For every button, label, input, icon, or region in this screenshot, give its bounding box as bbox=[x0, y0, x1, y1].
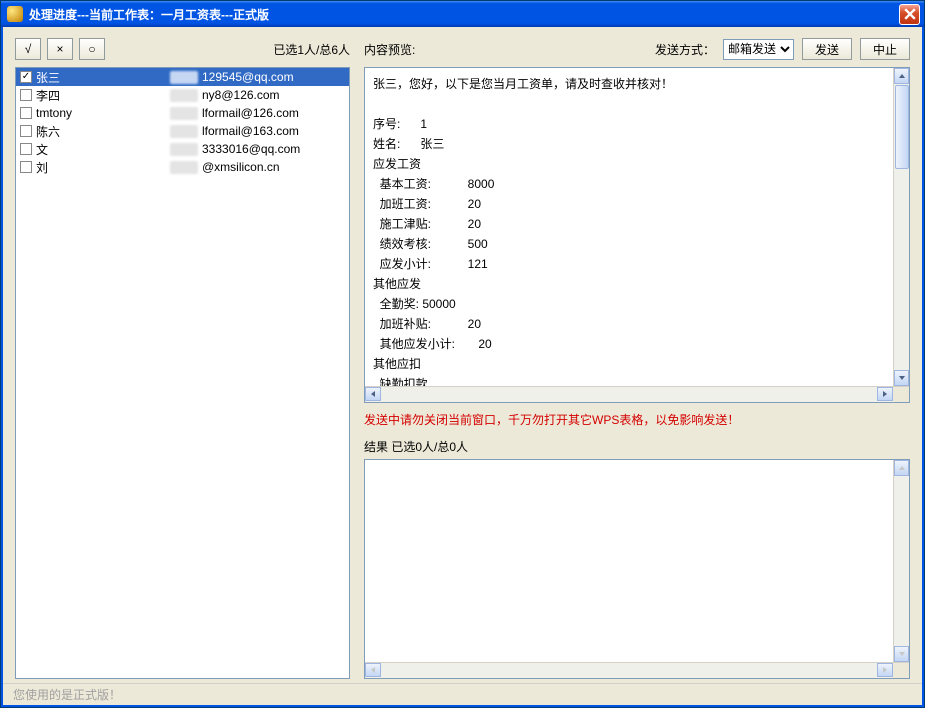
checkbox[interactable] bbox=[20, 125, 32, 137]
row-email: ny8@126.com bbox=[202, 88, 280, 102]
blurred-region bbox=[170, 143, 198, 156]
close-button[interactable] bbox=[899, 4, 920, 25]
row-email: 3333016@qq.com bbox=[202, 142, 300, 156]
blurred-region bbox=[170, 71, 198, 84]
scroll-up-icon[interactable] bbox=[894, 68, 909, 84]
preview-horizontal-scrollbar[interactable] bbox=[365, 386, 909, 402]
recipient-list[interactable]: ✓ 张三 129545@qq.com 李四 ny8@126.com tmtony lform… bbox=[15, 67, 350, 679]
scroll-right-icon[interactable] bbox=[877, 387, 893, 401]
list-item[interactable]: 刘 @xmsilicon.cn bbox=[16, 158, 349, 176]
title-bar: 处理进度---当前工作表：一月工资表---正式版 bbox=[1, 1, 924, 27]
preview-label: 内容预览: bbox=[364, 41, 415, 58]
row-name: 刘 bbox=[36, 159, 166, 176]
list-item[interactable]: 文 3333016@qq.com bbox=[16, 140, 349, 158]
select-all-button[interactable]: √ bbox=[15, 38, 41, 60]
send-method-select[interactable]: 邮箱发送 bbox=[723, 39, 794, 60]
list-item[interactable]: ✓ 张三 129545@qq.com bbox=[16, 68, 349, 86]
close-icon bbox=[904, 8, 916, 20]
row-name: tmtony bbox=[36, 106, 166, 120]
app-icon bbox=[7, 6, 23, 22]
checkbox[interactable] bbox=[20, 89, 32, 101]
result-label: 结果 已选0人/总0人 bbox=[364, 438, 910, 455]
row-name: 文 bbox=[36, 141, 166, 158]
result-textarea[interactable] bbox=[364, 459, 910, 679]
status-bar: 您使用的是正式版！ bbox=[3, 683, 922, 705]
blurred-region bbox=[170, 89, 198, 102]
checkbox[interactable] bbox=[20, 107, 32, 119]
warning-text: 发送中请勿关闭当前窗口，千万勿打开其它WPS表格，以免影响发送！ bbox=[364, 411, 910, 428]
scroll-down-icon[interactable] bbox=[894, 370, 909, 386]
scroll-left-icon[interactable] bbox=[365, 387, 381, 401]
preview-vertical-scrollbar[interactable] bbox=[893, 68, 909, 386]
row-name: 陈六 bbox=[36, 123, 166, 140]
status-text: 您使用的是正式版！ bbox=[13, 686, 121, 703]
checkbox[interactable]: ✓ bbox=[20, 71, 32, 83]
row-email: lformail@163.com bbox=[202, 124, 299, 138]
list-item[interactable]: 陈六 lformail@163.com bbox=[16, 122, 349, 140]
selection-count-label: 已选1人/总6人 bbox=[273, 41, 350, 58]
list-item[interactable]: tmtony lformail@126.com bbox=[16, 104, 349, 122]
send-method-label: 发送方式： bbox=[655, 41, 715, 58]
blurred-region bbox=[170, 125, 198, 138]
blurred-region bbox=[170, 161, 198, 174]
stop-button[interactable]: 中止 bbox=[860, 38, 910, 60]
blurred-region bbox=[170, 107, 198, 120]
row-email: 129545@qq.com bbox=[202, 70, 294, 84]
send-button[interactable]: 发送 bbox=[802, 38, 852, 60]
result-vertical-scrollbar[interactable] bbox=[893, 460, 909, 662]
row-email: lformail@126.com bbox=[202, 106, 299, 120]
row-email: @xmsilicon.cn bbox=[202, 160, 280, 174]
row-name: 张三 bbox=[36, 69, 166, 86]
checkbox[interactable] bbox=[20, 161, 32, 173]
list-item[interactable]: 李四 ny8@126.com bbox=[16, 86, 349, 104]
checkbox[interactable] bbox=[20, 143, 32, 155]
deselect-all-button[interactable]: × bbox=[47, 38, 73, 60]
toggle-button[interactable]: ○ bbox=[79, 38, 105, 60]
row-name: 李四 bbox=[36, 87, 166, 104]
result-horizontal-scrollbar[interactable] bbox=[365, 662, 909, 678]
window-title: 处理进度---当前工作表：一月工资表---正式版 bbox=[29, 6, 899, 23]
preview-textarea[interactable]: 张三，您好，以下是您当月工资单，请及时查收并核对！ 序号: 1 姓名: 张三 应… bbox=[364, 67, 910, 403]
